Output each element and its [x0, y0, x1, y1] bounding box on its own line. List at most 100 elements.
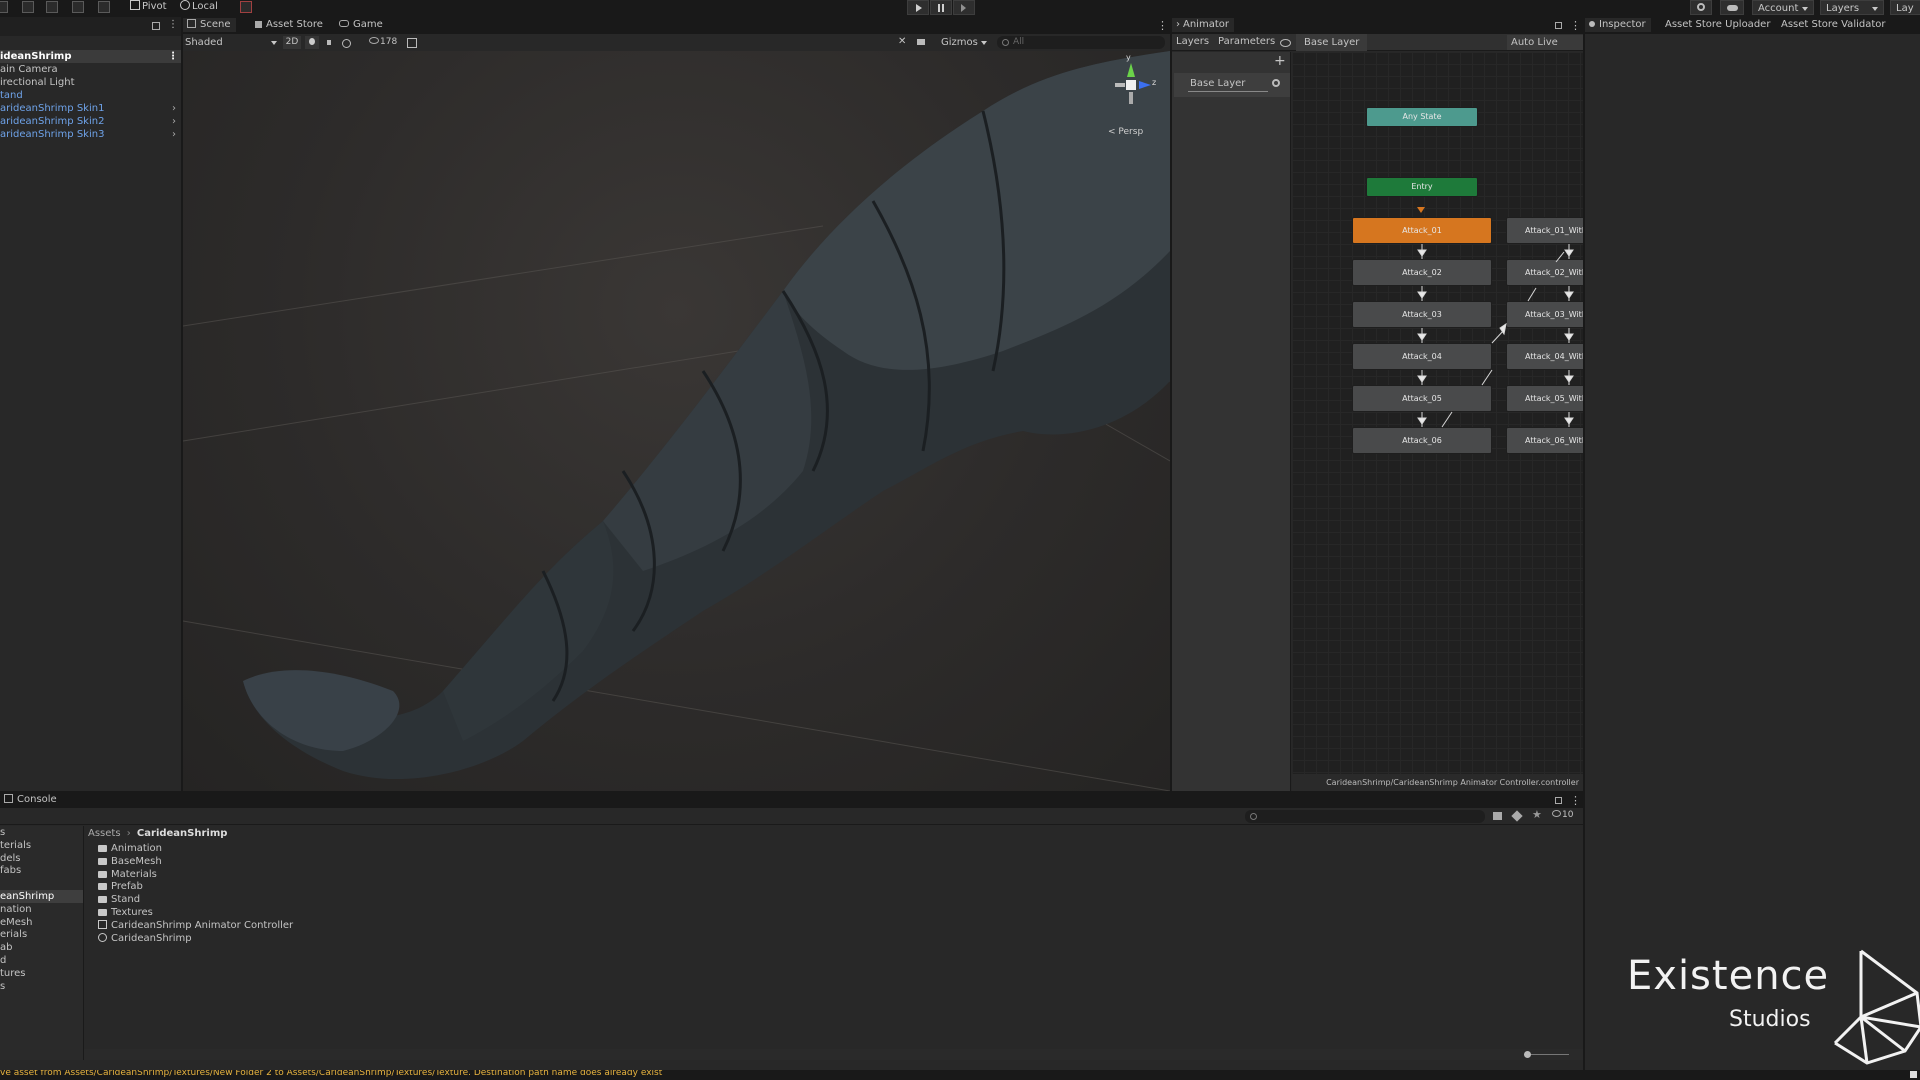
state-attack-01-with[interactable]: Attack_01_With — [1506, 217, 1583, 244]
local-toggle[interactable]: Local — [180, 0, 218, 14]
hidden-packages-toggle[interactable]: 10 — [1552, 810, 1573, 820]
custom-tool-icon[interactable] — [98, 1, 110, 13]
layout-dropdown[interactable]: Lay — [1890, 0, 1920, 15]
hand-tool-icon[interactable] — [0, 1, 8, 13]
rotate-tool-icon[interactable] — [22, 1, 34, 13]
tab-game[interactable]: Game — [335, 18, 388, 32]
state-attack-06[interactable]: Attack_06 — [1352, 427, 1492, 454]
layer-item[interactable]: Base Layer — [1174, 73, 1290, 97]
more-menu-icon[interactable]: ⋮ — [1157, 19, 1168, 32]
tools-toggle[interactable]: ✕ — [895, 36, 909, 49]
hidden-objects-toggle[interactable]: 178 — [369, 36, 401, 49]
services-button[interactable] — [1690, 0, 1712, 15]
state-attack-04[interactable]: Attack_04 — [1352, 343, 1492, 370]
project-tree-item[interactable]: d — [0, 954, 83, 967]
hierarchy-item[interactable]: tand — [0, 89, 181, 102]
cloud-button[interactable] — [1720, 0, 1744, 15]
camera-dropdown[interactable] — [915, 36, 937, 49]
transform-tool-icon[interactable] — [72, 1, 84, 13]
tab-asset-store-uploader[interactable]: Asset Store Uploader — [1661, 18, 1775, 32]
project-tree-item[interactable]: ab — [0, 941, 83, 954]
gear-icon[interactable] — [1272, 79, 1280, 87]
breadcrumb-assets[interactable]: Assets — [88, 828, 121, 839]
hierarchy-item[interactable]: irectional Light — [0, 76, 181, 89]
more-menu-icon[interactable]: ⋮ — [168, 20, 178, 30]
filter-by-type-icon[interactable] — [1493, 812, 1502, 820]
lock-icon[interactable] — [1555, 22, 1562, 29]
tab-console[interactable]: Console — [0, 793, 62, 807]
gizmos-dropdown[interactable]: Gizmos — [941, 36, 989, 49]
hierarchy-item[interactable]: arideanShrimp Skin1 › — [0, 102, 181, 115]
chevron-right-icon[interactable]: › — [172, 102, 176, 115]
breadcrumb[interactable]: Base Layer — [1296, 34, 1368, 51]
perspective-label[interactable]: < Persp — [1108, 127, 1143, 137]
favorite-star-icon[interactable]: ★ — [1532, 808, 1542, 821]
state-attack-06-with[interactable]: Attack_06_With — [1506, 427, 1583, 454]
lighting-toggle[interactable] — [305, 36, 319, 49]
state-attack-05[interactable]: Attack_05 — [1352, 385, 1492, 412]
audio-toggle[interactable] — [323, 36, 337, 49]
grid-snap-icon[interactable] — [240, 1, 252, 13]
layers-dropdown[interactable]: Layers — [1820, 0, 1884, 15]
chevron-right-icon[interactable]: › — [172, 115, 176, 128]
file-item[interactable]: Stand — [98, 893, 498, 906]
play-button[interactable] — [907, 0, 929, 15]
effects-dropdown[interactable] — [339, 36, 365, 49]
project-tree-item[interactable]: fabs — [0, 864, 83, 877]
status-bar[interactable]: ve asset from Assets/CarideanShrimp/Text… — [0, 1070, 1920, 1080]
icon-size-slider-handle[interactable] — [1524, 1051, 1531, 1058]
account-dropdown[interactable]: Account — [1752, 0, 1814, 15]
lock-icon[interactable] — [152, 22, 160, 30]
file-item[interactable]: Animation — [98, 842, 498, 855]
project-tree-item[interactable]: s — [0, 980, 83, 993]
hierarchy-item[interactable]: arideanShrimp Skin3 › — [0, 128, 181, 141]
animator-graph[interactable]: Any State Entry Attack_01 Attack_02 Atta… — [1292, 52, 1583, 774]
state-attack-02[interactable]: Attack_02 — [1352, 259, 1492, 286]
any-state-node[interactable]: Any State — [1366, 107, 1478, 127]
chevron-right-icon[interactable]: › — [172, 128, 176, 141]
more-menu-icon[interactable]: ⋮ — [1570, 19, 1581, 32]
entry-node[interactable]: Entry — [1366, 177, 1478, 197]
eye-icon[interactable] — [1280, 39, 1291, 47]
scene-viewport[interactable]: y z < Persp — [183, 51, 1170, 791]
pivot-toggle[interactable]: Pivot — [130, 0, 167, 14]
hierarchy-item[interactable]: arideanShrimp Skin2 › — [0, 115, 181, 128]
tab-scene[interactable]: Scene — [183, 18, 236, 32]
rect-tool-icon[interactable] — [46, 1, 58, 13]
file-item[interactable]: Prefab — [98, 880, 498, 893]
filter-by-label-icon[interactable] — [1511, 810, 1523, 822]
orientation-gizmo[interactable]: y z — [1111, 53, 1161, 123]
project-tree-item[interactable]: nation — [0, 903, 83, 916]
file-item[interactable]: BaseMesh — [98, 855, 498, 868]
breadcrumb-carideanshrimp[interactable]: CarideanShrimp — [137, 828, 228, 839]
state-attack-02-with[interactable]: Attack_02_With — [1506, 259, 1583, 286]
auto-live-link-toggle[interactable]: Auto Live Link — [1507, 35, 1583, 63]
grid-dropdown[interactable] — [405, 36, 431, 49]
parameters-tab[interactable]: Parameters — [1218, 36, 1275, 47]
2d-toggle[interactable]: 2D — [283, 36, 301, 49]
tab-animator[interactable]: › Animator — [1172, 18, 1234, 32]
scene-search-input[interactable]: All — [997, 36, 1165, 49]
state-attack-03-with[interactable]: Attack_03_With — [1506, 301, 1583, 328]
project-tree-item[interactable]: erials — [0, 928, 83, 941]
pause-button[interactable] — [930, 0, 952, 15]
hierarchy-root[interactable]: ideanShrimp ⋮ — [0, 50, 181, 63]
project-tree-item[interactable]: s — [0, 826, 83, 839]
project-tree-item[interactable]: dels — [0, 852, 83, 865]
state-attack-05-with[interactable]: Attack_05_With — [1506, 385, 1583, 412]
file-item[interactable]: Materials — [98, 868, 498, 881]
project-tree-item[interactable]: tures — [0, 967, 83, 980]
file-item[interactable]: Textures — [98, 906, 498, 919]
more-menu-icon[interactable]: ⋮ — [1570, 794, 1581, 807]
state-attack-01[interactable]: Attack_01 — [1352, 217, 1492, 244]
add-layer-icon[interactable]: + — [1274, 54, 1286, 68]
project-tree-item[interactable]: eMesh — [0, 916, 83, 929]
step-button[interactable] — [953, 0, 975, 15]
draw-mode-dropdown[interactable]: Shaded — [185, 36, 279, 49]
file-item[interactable]: CarideanShrimp — [98, 932, 498, 945]
lock-icon[interactable] — [1555, 797, 1562, 804]
tab-asset-store[interactable]: Asset Store — [251, 18, 328, 32]
project-tree-item[interactable] — [0, 877, 83, 890]
more-menu-icon[interactable]: ⋮ — [168, 50, 178, 63]
state-attack-03[interactable]: Attack_03 — [1352, 301, 1492, 328]
